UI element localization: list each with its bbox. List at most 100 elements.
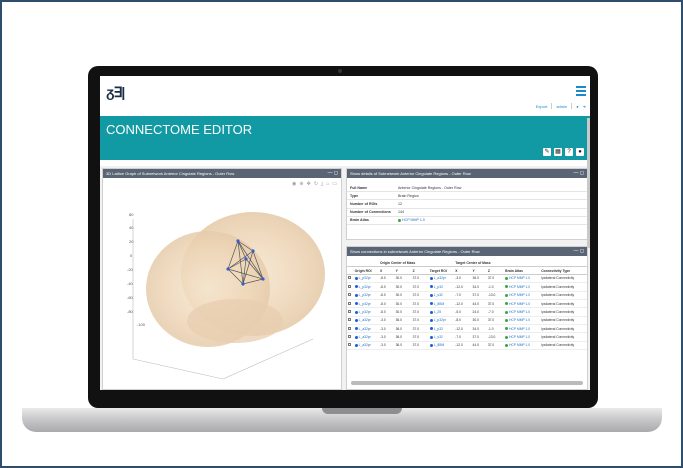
row-checkbox[interactable] <box>348 276 351 280</box>
column-header[interactable]: Z <box>411 266 429 275</box>
grid-icon[interactable]: ▦ <box>554 148 562 156</box>
table-cell[interactable]: HCP MMP 1.0 <box>504 274 541 284</box>
atlas-link[interactable]: HCP MMP 1.0 <box>402 218 425 222</box>
column-header[interactable]: Target ROI <box>428 266 455 275</box>
table-row[interactable]: L_p32pr -8.0 30.0 37.0 L_s32 -7.0 37.0 -13.0 HCP… <box>347 291 587 300</box>
roi-link[interactable]: L_a32pr <box>359 335 371 339</box>
horizontal-scrollbar[interactable] <box>351 381 583 385</box>
table-row[interactable]: L_a32pr -3.0 36.0 37.0 L_p32pr -8.0 30.0 37.0 HC… <box>347 316 587 326</box>
table-cell[interactable]: L_p32 <box>428 282 455 292</box>
table-cell[interactable]: HCP MMP 1.0 <box>504 316 541 326</box>
roi-link[interactable]: L_25 <box>434 310 441 314</box>
roi-link[interactable]: L_s32 <box>434 335 443 339</box>
column-header[interactable]: Origin ROI <box>353 266 380 275</box>
table-cell[interactable]: L_8BM <box>428 299 455 309</box>
atlas-link[interactable]: HCP MMP 1.0 <box>509 285 530 289</box>
checkbox-cell[interactable] <box>347 324 354 334</box>
column-header[interactable]: X <box>379 266 395 275</box>
row-checkbox[interactable] <box>348 335 351 339</box>
table-cell[interactable]: L_s32 <box>428 291 455 300</box>
checkbox-cell[interactable] <box>347 307 354 317</box>
logout-icon[interactable]: ➜ <box>583 104 586 109</box>
user-icon[interactable]: ● <box>576 148 584 156</box>
row-checkbox[interactable] <box>348 309 351 313</box>
lock-icon[interactable]: ● <box>576 104 578 109</box>
table-cell[interactable]: HCP MMP 1.0 <box>504 291 541 300</box>
roi-link[interactable]: L_p32pr <box>359 285 371 289</box>
atlas-link[interactable]: HCP MMP 1.0 <box>509 343 530 347</box>
roi-link[interactable]: L_a32pr <box>359 318 371 322</box>
table-cell[interactable]: L_p32pr <box>353 307 380 317</box>
table-cell[interactable]: L_a32pr <box>353 316 380 326</box>
brain-3d-graph[interactable] <box>103 189 341 389</box>
checkbox-cell[interactable] <box>347 282 354 292</box>
details-value[interactable]: HCP MMP 1.0 <box>395 216 587 225</box>
column-header[interactable]: Y <box>471 266 487 275</box>
table-cell[interactable]: HCP MMP 1.0 <box>504 307 541 317</box>
download-icon[interactable]: ⤓ <box>321 181 323 187</box>
table-cell[interactable]: L_a32pr <box>353 341 380 351</box>
checkbox-cell[interactable] <box>347 274 354 284</box>
roi-link[interactable]: L_p32 <box>434 285 443 289</box>
panel-window-controls[interactable]: — ◻ <box>573 169 584 178</box>
app-logo[interactable]: ᵹ∃| <box>106 84 125 101</box>
roi-link[interactable]: L_p32 <box>434 327 443 331</box>
panel-window-controls[interactable]: — ◻ <box>327 169 338 178</box>
table-cell[interactable]: HCP MMP 1.0 <box>504 332 541 342</box>
roi-link[interactable]: L_a32pr <box>434 276 446 280</box>
table-cell[interactable]: L_p32pr <box>353 291 380 300</box>
checkbox-cell[interactable] <box>347 291 354 300</box>
table-cell[interactable]: L_a32pr <box>428 274 455 284</box>
table-row[interactable]: L_p32pr -8.0 30.0 37.0 L_25 -5.0 24.0 -7.0 HCP M… <box>347 307 587 317</box>
roi-link[interactable]: L_a32pr <box>359 343 371 347</box>
admin-link[interactable]: admin <box>556 104 567 109</box>
atlas-link[interactable]: HCP MMP 1.0 <box>509 335 530 339</box>
roi-link[interactable]: L_s32 <box>434 293 443 297</box>
panel-window-controls[interactable]: — ◻ <box>573 247 584 256</box>
table-cell[interactable]: HCP MMP 1.0 <box>504 341 541 351</box>
reset-icon[interactable]: ▭ <box>332 181 337 187</box>
row-checkbox[interactable] <box>348 343 351 347</box>
home-icon[interactable]: ⌂ <box>326 181 329 187</box>
table-cell[interactable]: HCP MMP 1.0 <box>504 324 541 334</box>
menu-icon[interactable] <box>576 86 586 98</box>
checkbox-cell[interactable] <box>347 316 354 326</box>
checkbox-cell[interactable] <box>347 341 354 351</box>
vertical-scrollbar[interactable] <box>587 118 590 248</box>
roi-link[interactable]: L_p32pr <box>359 302 371 306</box>
roi-link[interactable]: L_p32pr <box>359 310 371 314</box>
table-row[interactable]: L_p32pr -8.0 30.0 37.0 L_8BM -12.0 44.0 37.0 HCP… <box>347 299 587 309</box>
atlas-link[interactable]: HCP MMP 1.0 <box>509 276 530 280</box>
table-cell[interactable]: L_p32 <box>428 324 455 334</box>
table-cell[interactable]: HCP MMP 1.0 <box>504 299 541 309</box>
table-cell[interactable]: L_8BM <box>428 341 455 351</box>
column-header[interactable]: Y <box>394 266 412 275</box>
table-cell[interactable]: L_p32pr <box>428 316 455 326</box>
column-header[interactable]: X <box>454 266 472 275</box>
row-checkbox[interactable] <box>348 326 351 330</box>
table-cell[interactable]: L_a32pr <box>353 324 380 334</box>
checkbox-cell[interactable] <box>347 299 354 309</box>
table-cell[interactable]: L_s32 <box>428 332 455 342</box>
roi-link[interactable]: L_8BM <box>434 302 444 306</box>
atlas-link[interactable]: HCP MMP 1.0 <box>509 310 530 314</box>
row-checkbox[interactable] <box>348 301 351 305</box>
help-icon[interactable]: ? <box>565 148 573 156</box>
atlas-link[interactable]: HCP MMP 1.0 <box>509 302 530 306</box>
column-header[interactable]: Z <box>486 266 505 275</box>
roi-link[interactable]: L_8BM <box>434 343 444 347</box>
roi-link[interactable]: L_p32pr <box>359 293 371 297</box>
table-cell[interactable]: L_p32pr <box>353 282 380 292</box>
atlas-link[interactable]: HCP MMP 1.0 <box>509 318 530 322</box>
table-row[interactable]: L_p32pr -8.0 30.0 37.0 L_p32 -12.0 34.0 -1.0 HCP… <box>347 282 587 292</box>
edit-icon[interactable]: ✎ <box>543 148 551 156</box>
atlas-link[interactable]: HCP MMP 1.0 <box>509 293 530 297</box>
camera-icon[interactable]: ◉ <box>292 181 296 187</box>
roi-link[interactable]: L_p32pr <box>434 318 446 322</box>
table-cell[interactable]: HCP MMP 1.0 <box>504 282 541 292</box>
table-cell[interactable]: L_a32pr <box>353 332 380 342</box>
roi-link[interactable]: L_a32pr <box>359 327 371 331</box>
row-checkbox[interactable] <box>348 284 351 288</box>
table-cell[interactable]: L_25 <box>428 307 455 317</box>
table-row[interactable]: L_a32pr -3.0 36.0 37.0 L_8BM -12.0 44.0 37.0 HCP… <box>347 341 587 351</box>
